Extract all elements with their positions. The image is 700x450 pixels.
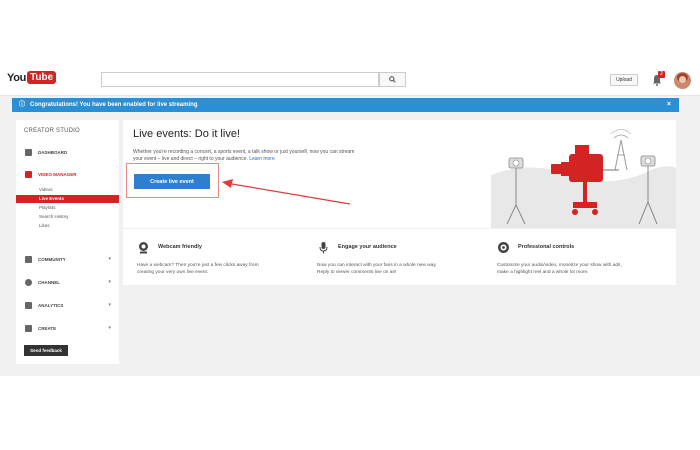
- feature-description-line: Have a webcam? Then you're just a few cl…: [137, 263, 259, 268]
- sidebar-subitem-live-events[interactable]: Live Events: [16, 195, 119, 203]
- search-button[interactable]: [379, 72, 406, 87]
- feature-description-line: Customize your audio/video, monetize you…: [497, 263, 622, 268]
- notification-badge: 2: [658, 71, 665, 78]
- chevron-down-icon: ▾: [108, 302, 111, 308]
- top-bar: You Tube ▾ Upload 2: [0, 60, 700, 96]
- feature-description-line: make a highlight reel and a whole lot mo…: [497, 269, 589, 275]
- chevron-down-icon: ▾: [108, 279, 111, 285]
- sidebar: CREATOR STUDIO DASHBOARD VIDEO MANAGER V…: [16, 120, 119, 364]
- feature-description-line: creating your very own live event.: [137, 269, 209, 275]
- live-streaming-enabled-banner: ⓘ Congratulations! You have been enabled…: [12, 98, 679, 112]
- feature-title: Professional controls: [518, 244, 575, 250]
- feature-description: Customize your audio/video, monetize you…: [497, 263, 622, 276]
- avatar[interactable]: [674, 72, 691, 89]
- feature-webcam: Webcam friendly Have a webcam? Then you'…: [137, 229, 307, 286]
- webcam-icon: [139, 242, 148, 254]
- sidebar-item-label: ANALYTICS: [38, 302, 64, 308]
- feature-description-line: Now you can interact with your fans in a…: [317, 263, 437, 268]
- search-input[interactable]: [101, 72, 379, 87]
- sidebar-item-video-manager[interactable]: VIDEO MANAGER: [16, 168, 119, 180]
- sidebar-item-analytics[interactable]: ANALYTICS ▾: [16, 299, 119, 311]
- info-icon: ⓘ: [19, 101, 26, 108]
- video-manager-icon: [25, 170, 32, 178]
- chevron-down-icon[interactable]: ▾: [50, 74, 62, 82]
- search-icon: [389, 76, 396, 83]
- chevron-down-icon: ▾: [108, 256, 111, 262]
- analytics-icon: [25, 301, 32, 309]
- live-broadcast-illustration: [491, 129, 676, 229]
- chevron-down-icon: ▾: [108, 325, 111, 331]
- upload-button[interactable]: Upload: [610, 74, 638, 86]
- create-live-event-button[interactable]: Create live event: [134, 174, 210, 189]
- sidebar-item-label: CHANNEL: [38, 279, 60, 285]
- page-title: Live events: Do it live!: [133, 128, 240, 140]
- dashboard-icon: [25, 148, 32, 156]
- sidebar-item-create[interactable]: CREATE ▾: [16, 322, 119, 334]
- hero-description: Whether you're recording a concert, a sp…: [133, 149, 363, 163]
- sidebar-item-label: COMMUNITY: [38, 256, 66, 262]
- channel-icon: [25, 278, 32, 286]
- sidebar-title: CREATOR STUDIO: [24, 128, 80, 134]
- sidebar-subitem-playlists[interactable]: Playlists: [16, 204, 119, 212]
- feature-description-line: Reply to viewer comments live on air!: [317, 269, 397, 275]
- feature-engage: Engage your audience Now you can interac…: [317, 229, 487, 286]
- youtube-logo[interactable]: You Tube: [7, 70, 57, 85]
- microphone-icon: [319, 242, 328, 254]
- feature-description: Have a webcam? Then you're just a few cl…: [137, 263, 259, 276]
- feature-title: Webcam friendly: [158, 244, 202, 250]
- feature-controls: Professional controls Customize your aud…: [497, 229, 672, 286]
- sidebar-subitem-likes[interactable]: Likes: [16, 222, 119, 230]
- community-icon: [25, 255, 32, 263]
- sidebar-subitem-search-history[interactable]: Search History: [16, 213, 119, 221]
- sidebar-item-channel[interactable]: CHANNEL ▾: [16, 276, 119, 288]
- sidebar-subitem-videos[interactable]: Videos: [16, 186, 119, 194]
- send-feedback-button[interactable]: Send feedback: [24, 345, 68, 356]
- sidebar-item-label: DASHBOARD: [38, 149, 68, 155]
- close-icon[interactable]: ×: [667, 101, 671, 109]
- feature-description: Now you can interact with your fans in a…: [317, 263, 437, 276]
- logo-you-text: You: [7, 71, 27, 84]
- features-row: Webcam friendly Have a webcam? Then you'…: [123, 228, 676, 285]
- youtube-creator-studio-screen: You Tube ▾ Upload 2 ⓘ Congratulations! Y…: [0, 60, 700, 376]
- create-icon: [25, 324, 32, 332]
- sidebar-item-label: CREATE: [38, 325, 57, 331]
- banner-text: Congratulations! You have been enabled f…: [30, 102, 198, 108]
- hero-description-text: Whether you're recording a concert, a sp…: [133, 149, 355, 162]
- learn-more-link[interactable]: Learn more: [249, 156, 275, 162]
- controls-icon: [498, 242, 509, 253]
- live-events-hero: Live events: Do it live! Whether you're …: [123, 120, 676, 229]
- feature-title: Engage your audience: [338, 244, 397, 250]
- sidebar-item-dashboard[interactable]: DASHBOARD: [16, 146, 119, 158]
- sidebar-item-community[interactable]: COMMUNITY ▾: [16, 253, 119, 265]
- sidebar-item-label: VIDEO MANAGER: [38, 171, 77, 177]
